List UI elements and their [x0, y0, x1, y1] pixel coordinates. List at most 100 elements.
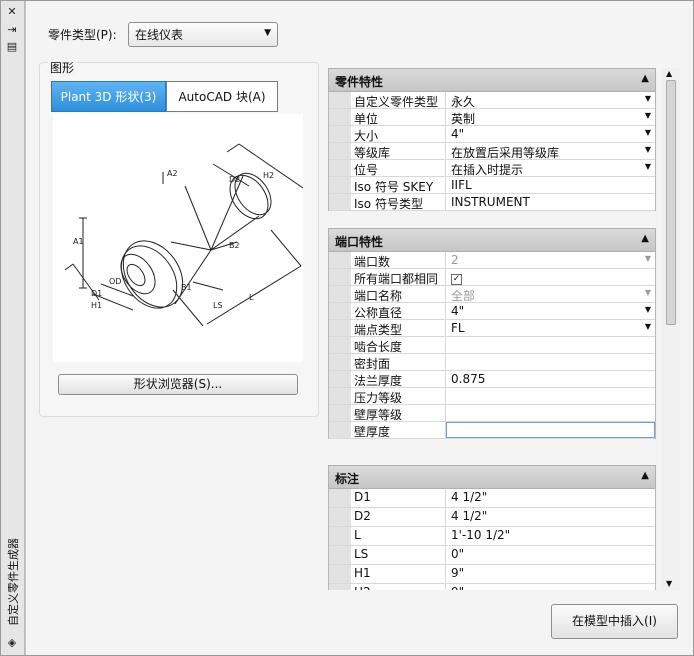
property-value-text: 9" — [451, 566, 465, 580]
property-value[interactable]: 永久 ▼ — [446, 92, 655, 109]
property-value[interactable]: 英制 ▼ — [446, 109, 655, 126]
collapse-icon[interactable]: ▲ — [641, 233, 649, 244]
property-value[interactable]: 4" ▼ — [446, 303, 655, 319]
property-value[interactable]: 2 ▼ — [446, 252, 655, 268]
dim-label-od: OD — [109, 277, 121, 286]
property-key: 密封面 — [329, 354, 446, 371]
tab-autocad-block[interactable]: AutoCAD 块(A) — [166, 81, 278, 112]
property-row[interactable]: 端口数 2 ▼ — [329, 252, 655, 269]
part-type-select[interactable]: 在线仪表 ▼ — [128, 22, 278, 47]
tab-label: AutoCAD 块(A) — [178, 90, 266, 104]
property-key: D2 — [329, 508, 446, 526]
property-row[interactable]: H1 9" — [329, 565, 655, 584]
property-value-text: 4 1/2" — [451, 490, 488, 504]
property-value[interactable]: 4" ▼ — [446, 126, 655, 142]
property-key: 等级库 — [329, 143, 446, 160]
property-key: 所有端口都相同 — [329, 269, 446, 286]
property-value[interactable]: 9" — [446, 565, 655, 583]
property-value[interactable]: ✓ — [446, 269, 655, 285]
property-value-text: 永久 — [451, 95, 476, 109]
chevron-down-icon[interactable]: ▼ — [645, 111, 651, 120]
chevron-down-icon[interactable]: ▼ — [645, 128, 651, 137]
chevron-down-icon[interactable]: ▼ — [645, 305, 651, 314]
checkbox[interactable]: ✓ — [451, 274, 462, 285]
chevron-down-icon[interactable]: ▼ — [645, 162, 651, 171]
property-value[interactable] — [446, 405, 655, 421]
collapse-icon[interactable]: ▲ — [641, 470, 649, 481]
property-row[interactable]: 端口名称 全部 ▼ — [329, 286, 655, 303]
property-value[interactable]: 在放置后采用等级库 ▼ — [446, 143, 655, 160]
part-props-header[interactable]: 零件特性 ▲ — [328, 68, 656, 92]
dim-label-b2: B2 — [229, 241, 240, 250]
property-row[interactable]: 压力等级 — [329, 388, 655, 405]
property-row[interactable]: 密封面 — [329, 354, 655, 371]
property-row[interactable]: LS 0" — [329, 546, 655, 565]
property-value[interactable] — [446, 388, 655, 404]
property-row[interactable]: 壁厚度 — [329, 422, 655, 439]
section-title: 标注 — [335, 472, 360, 486]
property-grid[interactable]: 零件特性 ▲ 自定义零件类型 永久 ▼ 单位 英制 ▼ 大小 4" ▼ 等级库 在放置后采用等级库… — [328, 68, 656, 590]
scroll-up-icon[interactable]: ▲ — [666, 69, 672, 78]
property-row[interactable]: Iso 符号类型 INSTRUMENT — [329, 194, 655, 211]
property-value[interactable] — [446, 422, 655, 438]
properties-menu-icon[interactable]: ▤ — [5, 40, 19, 54]
property-value[interactable]: INSTRUMENT — [446, 194, 655, 210]
property-value[interactable] — [446, 354, 655, 370]
property-row[interactable]: L 1'-10 1/2" — [329, 527, 655, 546]
dim-label-a2: A2 — [167, 169, 178, 178]
chevron-down-icon[interactable]: ▼ — [645, 94, 651, 103]
property-value[interactable]: 1'-10 1/2" — [446, 527, 655, 545]
insert-in-model-button[interactable]: 在模型中插入(I) — [551, 604, 678, 639]
property-value[interactable]: FL ▼ — [446, 320, 655, 336]
chevron-down-icon[interactable]: ▼ — [645, 288, 651, 297]
property-value[interactable]: 9" — [446, 584, 655, 590]
property-row[interactable]: D2 4 1/2" — [329, 508, 655, 527]
property-row[interactable]: 法兰厚度 0.875 — [329, 371, 655, 388]
section-title: 零件特性 — [335, 75, 384, 89]
property-value[interactable]: 0" — [446, 546, 655, 564]
property-row[interactable]: Iso 符号 SKEY IIFL — [329, 177, 655, 194]
property-key: 端口名称 — [329, 286, 446, 303]
collapse-icon[interactable]: ▲ — [641, 73, 649, 84]
dim-label-h2: H2 — [263, 171, 274, 180]
annotation-header[interactable]: 标注 ▲ — [328, 465, 656, 489]
property-value[interactable]: 在插入时提示 ▼ — [446, 160, 655, 177]
scroll-down-icon[interactable]: ▼ — [666, 579, 672, 588]
property-row[interactable]: 啮合长度 — [329, 337, 655, 354]
property-value[interactable]: IIFL — [446, 177, 655, 193]
port-props-header[interactable]: 端口特性 ▲ — [328, 228, 656, 252]
property-value[interactable]: 0.875 — [446, 371, 655, 387]
property-key: 端口数 — [329, 252, 446, 269]
part-type-label: 零件类型(P): — [48, 28, 117, 42]
tab-plant3d-shape[interactable]: Plant 3D 形状(3) — [51, 81, 166, 112]
property-value[interactable]: 4 1/2" — [446, 489, 655, 507]
close-icon[interactable]: ✕ — [5, 5, 19, 19]
chevron-down-icon[interactable]: ▼ — [645, 254, 651, 263]
property-value-text: IIFL — [451, 178, 472, 192]
property-value-text: 9" — [451, 585, 464, 590]
dim-label-ls: LS — [213, 301, 223, 310]
instrument-drawing: D1 OD H1 A1 B1 LS L A2 D2 H2 B2 — [64, 143, 304, 327]
property-row[interactable]: 壁厚等级 — [329, 405, 655, 422]
chevron-down-icon[interactable]: ▼ — [645, 145, 651, 154]
shape-browser-button[interactable]: 形状浏览器(S)... — [58, 374, 298, 395]
property-row[interactable]: 大小 4" ▼ — [329, 126, 655, 143]
property-value[interactable]: 4 1/2" — [446, 508, 655, 526]
property-row[interactable]: 单位 英制 ▼ — [329, 109, 655, 126]
property-row[interactable]: D1 4 1/2" — [329, 489, 655, 508]
property-row[interactable]: 所有端口都相同 ✓ — [329, 269, 655, 286]
property-row[interactable]: 公称直径 4" ▼ — [329, 303, 655, 320]
property-grid-scrollbar[interactable]: ▲ ▼ — [662, 68, 680, 590]
autohide-icon[interactable]: ⇥ — [5, 23, 19, 37]
property-key: 啮合长度 — [329, 337, 446, 354]
property-row[interactable]: 位号 在插入时提示 ▼ — [329, 160, 655, 177]
chevron-down-icon[interactable]: ▼ — [645, 322, 651, 331]
property-row[interactable]: 端点类型 FL ▼ — [329, 320, 655, 337]
property-row[interactable]: 自定义零件类型 永久 ▼ — [329, 92, 655, 109]
property-value[interactable] — [446, 337, 655, 353]
property-key: 大小 — [329, 126, 446, 143]
property-row[interactable]: 等级库 在放置后采用等级库 ▼ — [329, 143, 655, 160]
property-row[interactable]: H2 9" — [329, 584, 655, 590]
property-value[interactable]: 全部 ▼ — [446, 286, 655, 303]
scrollbar-thumb[interactable] — [666, 80, 676, 325]
